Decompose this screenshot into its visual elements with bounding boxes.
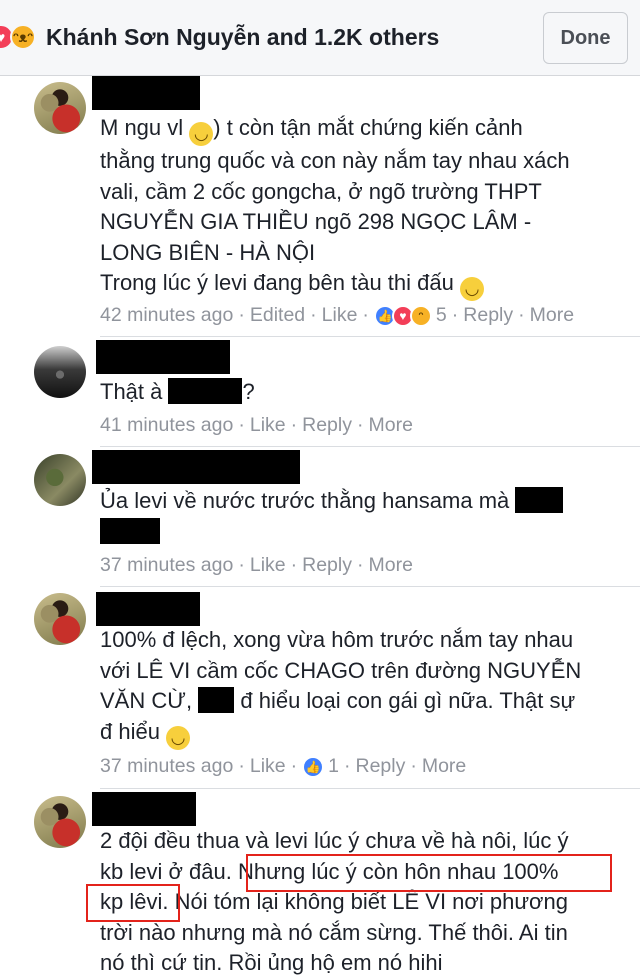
like-link[interactable]: Like bbox=[250, 755, 286, 778]
comment-timestamp[interactable]: 37 minutes ago bbox=[100, 755, 233, 778]
reply-link[interactable]: Reply bbox=[302, 554, 352, 577]
reply-link[interactable]: Reply bbox=[302, 414, 352, 437]
comment-timestamp[interactable]: 41 minutes ago bbox=[100, 414, 233, 437]
smile-emoji-icon: ◡ bbox=[166, 725, 191, 750]
reaction-count[interactable]: 1 bbox=[328, 755, 339, 778]
redacted-name bbox=[96, 592, 200, 626]
divider bbox=[100, 788, 640, 789]
redacted-text bbox=[198, 687, 235, 713]
divider bbox=[100, 586, 640, 587]
smile-emoji-icon: ◡ bbox=[459, 277, 484, 301]
redacted-name bbox=[92, 76, 200, 110]
divider bbox=[100, 446, 640, 447]
like-link[interactable]: Like bbox=[250, 414, 286, 437]
comment-text: Thật à ? bbox=[100, 378, 255, 404]
like-link[interactable]: Like bbox=[322, 304, 358, 327]
redacted-text bbox=[100, 517, 160, 544]
comment-reactions[interactable]: 👍 ♥ ᵔ bbox=[373, 304, 432, 327]
comment-meta: 41 minutes ago · Like · Reply · More bbox=[100, 414, 413, 437]
redacted-text bbox=[168, 378, 243, 404]
edited-label[interactable]: Edited bbox=[250, 304, 305, 327]
more-link[interactable]: More bbox=[530, 304, 574, 327]
divider bbox=[100, 336, 640, 337]
comment-meta: 37 minutes ago · Like · 👍 1 · Reply · More bbox=[100, 755, 467, 778]
reactions-header: ♥ ᵔᴥᵔ Khánh Sơn Nguyễn and 1.2K others D… bbox=[0, 0, 640, 76]
highlight-box bbox=[246, 854, 612, 892]
reply-link[interactable]: Reply bbox=[463, 304, 513, 327]
commenter-avatar[interactable] bbox=[34, 82, 86, 134]
reactors-title[interactable]: Khánh Sơn Nguyễn and 1.2K others bbox=[46, 24, 439, 51]
comment-text: 100% đ lệch, xong vừa hôm trước nắm tay … bbox=[100, 625, 630, 750]
reply-link[interactable]: Reply bbox=[355, 755, 405, 778]
comment-text: Ủa levi về nước trước thằng hansama mà bbox=[100, 486, 630, 547]
comment-meta: 37 minutes ago · Like · Reply · More bbox=[100, 554, 413, 577]
commenter-avatar[interactable] bbox=[34, 346, 86, 398]
comment-meta: 42 minutes ago · Edited · Like · 👍 ♥ ᵔ 5 · R… bbox=[100, 304, 575, 327]
redacted-name bbox=[92, 450, 300, 484]
haha-icon: ᵔ bbox=[409, 304, 432, 327]
highlight-box bbox=[86, 884, 180, 922]
haha-icon: ᵔᴥᵔ bbox=[10, 24, 36, 50]
comment-text: M ngu vl ◡) t còn tận mắt chứng kiến cản… bbox=[100, 113, 630, 301]
redacted-text bbox=[515, 487, 564, 513]
redacted-name bbox=[92, 792, 196, 826]
commenter-avatar[interactable] bbox=[34, 796, 86, 848]
comment-reactions[interactable]: 👍 bbox=[302, 755, 325, 778]
reaction-count[interactable]: 5 bbox=[436, 304, 447, 327]
redacted-name bbox=[96, 340, 230, 374]
more-link[interactable]: More bbox=[368, 414, 412, 437]
smile-emoji-icon: ◡ bbox=[189, 122, 214, 146]
more-link[interactable]: More bbox=[422, 755, 466, 778]
done-button[interactable]: Done bbox=[543, 12, 628, 64]
commenter-avatar[interactable] bbox=[34, 454, 86, 506]
like-link[interactable]: Like bbox=[250, 554, 286, 577]
comment-timestamp[interactable]: 37 minutes ago bbox=[100, 554, 233, 577]
comment-timestamp[interactable]: 42 minutes ago bbox=[100, 304, 233, 327]
more-link[interactable]: More bbox=[368, 554, 412, 577]
commenter-avatar[interactable] bbox=[34, 593, 86, 645]
like-icon: 👍 bbox=[302, 755, 325, 778]
reaction-summary[interactable]: ♥ ᵔᴥᵔ bbox=[0, 24, 36, 50]
